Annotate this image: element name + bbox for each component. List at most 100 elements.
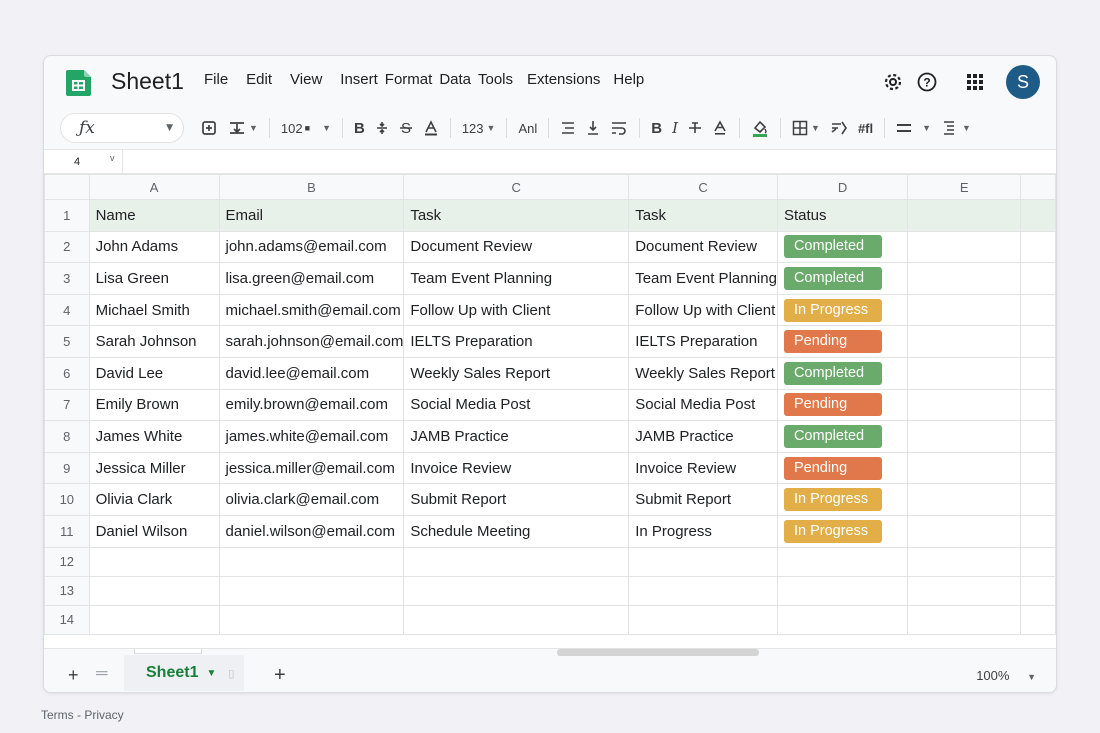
chevron-down-icon[interactable]: ▼ bbox=[206, 668, 216, 679]
sheet-tab-sheet1[interactable]: Sheet1 ▼ ▯ bbox=[124, 655, 244, 691]
horizontal-scrollbar[interactable] bbox=[557, 649, 759, 656]
borders-icon[interactable]: ▼ bbox=[792, 114, 820, 142]
email-cell[interactable]: olivia.clark@email.com bbox=[218, 483, 405, 516]
email-cell[interactable]: lisa.green@email.com bbox=[218, 262, 405, 295]
status-cell[interactable]: Completed bbox=[776, 420, 909, 453]
status-cell[interactable]: In Progress bbox=[776, 483, 909, 516]
menu-extensions[interactable]: Extensions bbox=[527, 71, 600, 88]
empty-cell[interactable] bbox=[907, 546, 1022, 577]
row-header[interactable]: 2 bbox=[44, 230, 90, 264]
task-cell[interactable]: Submit Report bbox=[403, 483, 630, 516]
task-cell[interactable]: Weekly Sales Report bbox=[403, 356, 630, 390]
status-cell[interactable]: Status bbox=[776, 199, 909, 232]
email-cell[interactable]: daniel.wilson@email.com bbox=[218, 514, 405, 548]
empty-cell[interactable] bbox=[1020, 420, 1056, 453]
empty-cell[interactable] bbox=[907, 514, 1022, 548]
row-header[interactable]: 8 bbox=[44, 420, 90, 453]
email-cell[interactable]: james.white@email.com bbox=[218, 420, 405, 453]
empty-cell[interactable] bbox=[776, 546, 909, 577]
empty-cell[interactable] bbox=[1020, 514, 1056, 548]
name-cell[interactable]: Michael Smith bbox=[88, 293, 220, 327]
column-header-c2[interactable]: C bbox=[628, 174, 778, 200]
empty-cell[interactable] bbox=[1020, 262, 1056, 295]
name-cell[interactable]: Jessica Miller bbox=[88, 451, 220, 485]
email-cell[interactable]: emily.brown@email.com bbox=[218, 388, 405, 422]
text-rotation-icon[interactable] bbox=[830, 114, 848, 142]
status-cell[interactable]: Completed bbox=[776, 262, 909, 295]
empty-cell[interactable] bbox=[907, 230, 1022, 264]
name-cell[interactable]: John Adams bbox=[88, 230, 220, 264]
menu-view[interactable]: View bbox=[290, 71, 322, 88]
empty-cell[interactable] bbox=[628, 575, 778, 606]
vertical-align-icon[interactable] bbox=[375, 114, 389, 142]
empty-cell[interactable] bbox=[1020, 451, 1056, 485]
row-header[interactable]: 12 bbox=[44, 546, 90, 577]
task-cell[interactable]: Social Media Post bbox=[403, 388, 630, 422]
align-bottom-icon[interactable] bbox=[586, 114, 600, 142]
strikethrough-icon[interactable]: S bbox=[399, 114, 413, 142]
function-selector[interactable]: ƒx ▼ bbox=[60, 113, 184, 143]
empty-cell[interactable] bbox=[403, 575, 630, 606]
task-cell[interactable]: Schedule Meeting bbox=[403, 514, 630, 548]
empty-cell[interactable] bbox=[776, 604, 909, 635]
task-duplicate-cell[interactable]: Document Review bbox=[628, 230, 778, 264]
task-cell[interactable]: Invoice Review bbox=[403, 451, 630, 485]
row-header[interactable]: 3 bbox=[44, 262, 90, 295]
menu-insert[interactable]: Insert bbox=[340, 71, 378, 88]
row-header[interactable]: 4 bbox=[44, 293, 90, 327]
empty-cell[interactable] bbox=[1020, 483, 1056, 516]
task-duplicate-cell[interactable]: Social Media Post bbox=[628, 388, 778, 422]
task-duplicate-cell[interactable]: Submit Report bbox=[628, 483, 778, 516]
menu-tools[interactable]: Tools bbox=[478, 71, 513, 88]
empty-cell[interactable] bbox=[628, 604, 778, 635]
empty-cell[interactable] bbox=[907, 293, 1022, 327]
column-header-c[interactable]: C bbox=[403, 174, 630, 200]
footer-links[interactable]: Terms - Privacy bbox=[41, 708, 124, 722]
row-header[interactable]: 14 bbox=[44, 604, 90, 635]
name-cell[interactable]: Sarah Johnson bbox=[88, 325, 220, 358]
empty-cell[interactable] bbox=[907, 483, 1022, 516]
column-header-d[interactable]: D bbox=[776, 174, 909, 200]
name-cell[interactable]: Olivia Clark bbox=[88, 483, 220, 516]
all-sheets-menu-icon[interactable]: ═ bbox=[96, 665, 107, 683]
empty-cell[interactable] bbox=[776, 575, 909, 606]
empty-cell[interactable] bbox=[1020, 325, 1056, 358]
fill-color-icon[interactable] bbox=[751, 114, 769, 142]
empty-cell[interactable] bbox=[88, 575, 220, 606]
empty-cell[interactable] bbox=[1020, 604, 1056, 635]
paint-format-icon[interactable] bbox=[200, 114, 218, 142]
name-cell[interactable]: David Lee bbox=[88, 356, 220, 390]
email-cell[interactable]: jessica.miller@email.com bbox=[218, 451, 405, 485]
name-cell[interactable]: Daniel Wilson bbox=[88, 514, 220, 548]
empty-cell[interactable] bbox=[218, 604, 405, 635]
column-header-empty[interactable] bbox=[1020, 174, 1056, 200]
settings-gear-icon[interactable] bbox=[882, 71, 904, 93]
name-cell[interactable]: Emily Brown bbox=[88, 388, 220, 422]
sheets-logo-icon[interactable] bbox=[64, 68, 94, 98]
row-header[interactable]: 1 bbox=[44, 199, 90, 232]
apps-grid-icon[interactable] bbox=[964, 71, 986, 93]
help-icon[interactable]: ? bbox=[916, 71, 938, 93]
task-duplicate-cell[interactable]: Invoice Review bbox=[628, 451, 778, 485]
status-cell[interactable]: Completed bbox=[776, 356, 909, 390]
user-avatar[interactable]: S bbox=[1006, 65, 1040, 99]
empty-cell[interactable] bbox=[1020, 546, 1056, 577]
empty-cell[interactable] bbox=[1020, 388, 1056, 422]
task-cell[interactable]: Document Review bbox=[403, 230, 630, 264]
document-title[interactable]: Sheet1 bbox=[111, 68, 184, 95]
chevron-down-icon[interactable]: v bbox=[110, 153, 115, 163]
bold-button-secondary[interactable]: B bbox=[651, 114, 662, 142]
row-header[interactable]: 13 bbox=[44, 575, 90, 606]
task-duplicate-cell[interactable]: JAMB Practice bbox=[628, 420, 778, 453]
status-cell[interactable]: In Progress bbox=[776, 293, 909, 327]
row-header[interactable]: 6 bbox=[44, 356, 90, 390]
task-duplicate-cell[interactable]: Follow Up with Client bbox=[628, 293, 778, 327]
email-cell[interactable]: john.adams@email.com bbox=[218, 230, 405, 264]
task-cell[interactable]: Follow Up with Client bbox=[403, 293, 630, 327]
empty-cell[interactable] bbox=[907, 356, 1022, 390]
menu-file[interactable]: File bbox=[204, 71, 228, 88]
number-format-button[interactable]: 123 ▼ bbox=[462, 114, 496, 142]
empty-cell[interactable] bbox=[88, 604, 220, 635]
more-options-icon[interactable]: ▼ bbox=[941, 114, 971, 142]
task-cell[interactable]: Task bbox=[403, 199, 630, 232]
